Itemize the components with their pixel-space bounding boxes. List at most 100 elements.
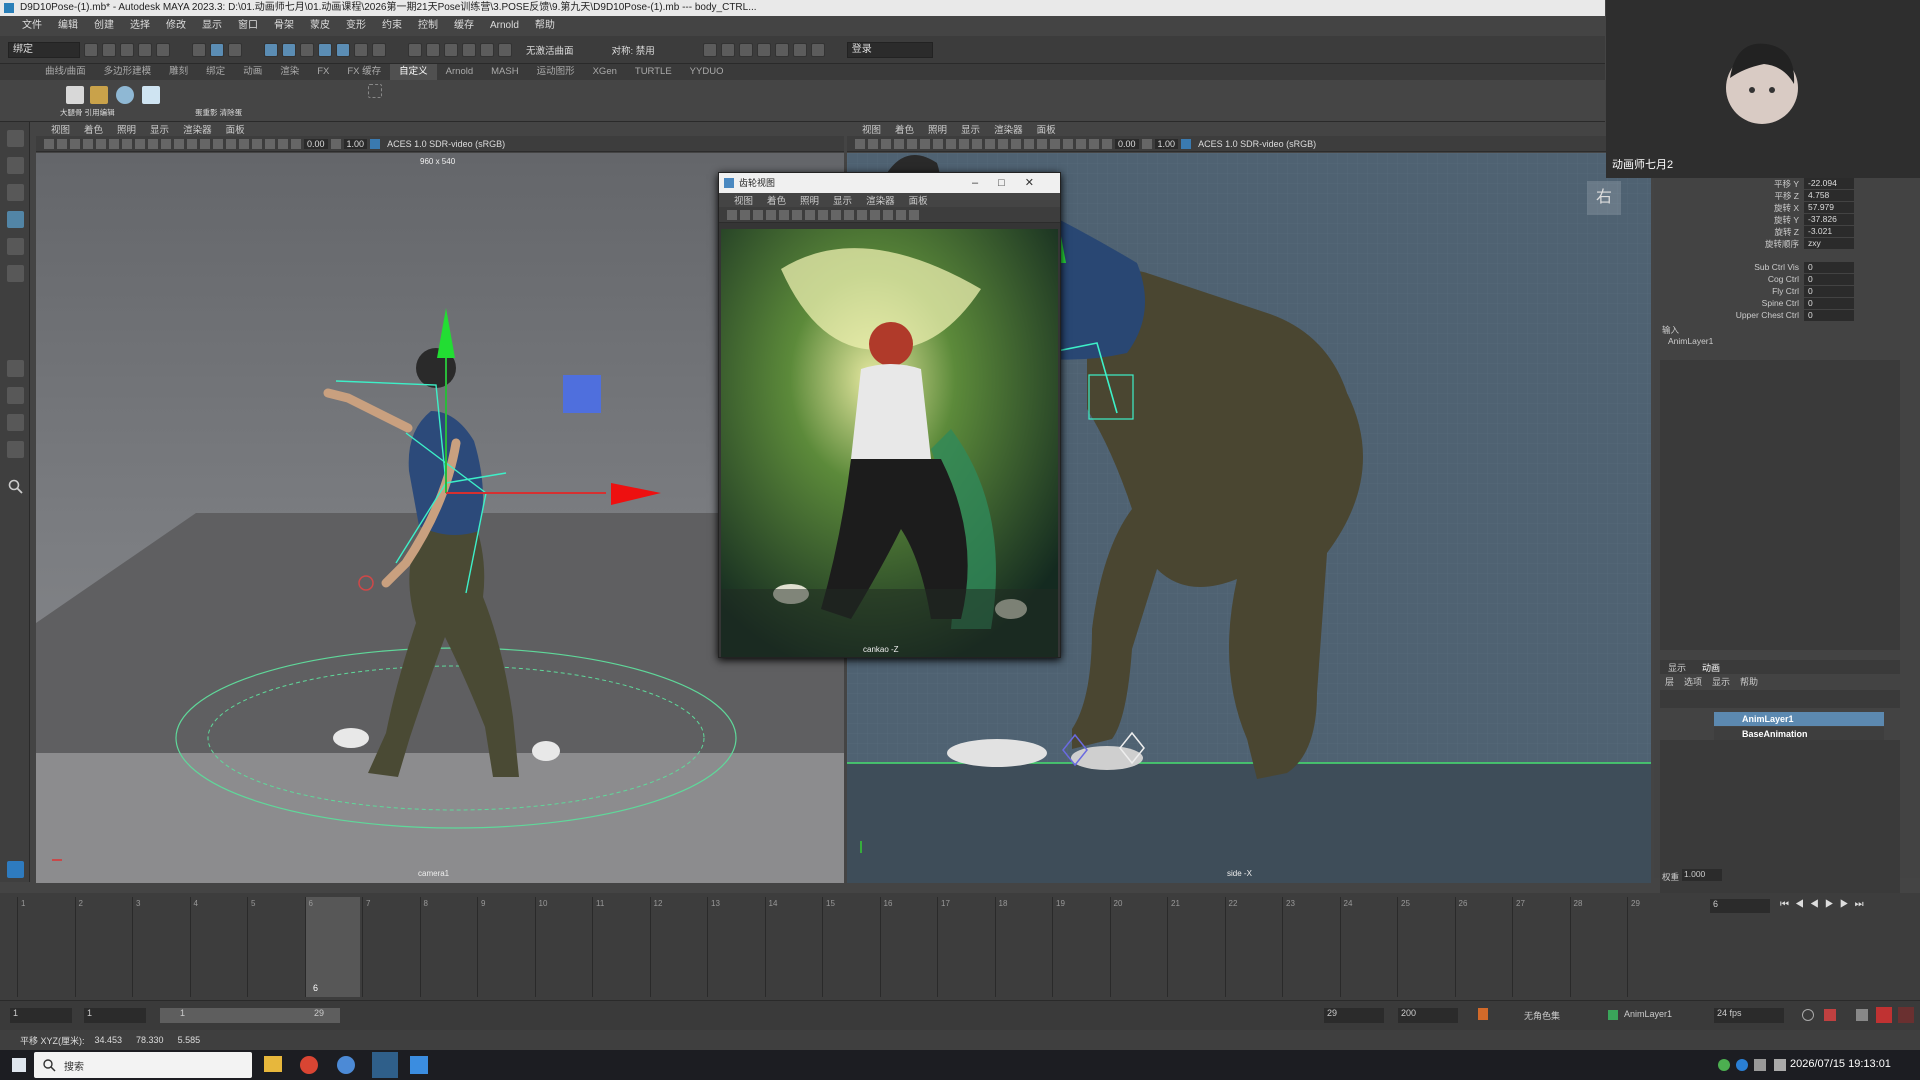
menu-display[interactable]: 显示 — [194, 16, 230, 36]
move-tool-icon[interactable] — [7, 211, 24, 228]
fps-dropdown[interactable]: 24 fps — [1714, 1008, 1784, 1023]
pick-surface-icon[interactable] — [318, 42, 332, 57]
left-gamma-value[interactable]: 1.00 — [343, 138, 368, 149]
attr-translate-y[interactable]: 平移 Y -22.094 — [1654, 178, 1854, 190]
ref-tool-6-icon[interactable] — [792, 209, 802, 220]
menu-create[interactable]: 创建 — [86, 16, 122, 36]
range-slider[interactable]: 1 29 — [160, 1008, 340, 1023]
shelf-tab-animation[interactable]: 动画 — [234, 64, 271, 80]
view-cube[interactable]: 右 — [1587, 181, 1621, 215]
left-wireframe-icon[interactable] — [174, 138, 184, 149]
pick-dynamic-icon[interactable] — [354, 42, 368, 57]
right-xray-joints-icon[interactable] — [1076, 138, 1086, 149]
arnold-pause-icon[interactable] — [810, 42, 825, 57]
right-camera-icon[interactable] — [855, 138, 865, 149]
left-menu-panels[interactable]: 面板 — [219, 122, 252, 136]
file-explorer-icon[interactable] — [264, 1056, 282, 1072]
right-film-gate-icon[interactable] — [920, 138, 930, 149]
cache-icon[interactable] — [1824, 1009, 1836, 1021]
right-field-chart-icon[interactable] — [959, 138, 969, 149]
layer-menu-show[interactable]: 显示 — [1707, 675, 1735, 688]
left-field-chart-icon[interactable] — [148, 138, 158, 149]
left-smooth-shade-icon[interactable] — [187, 138, 197, 149]
left-exposure-icon[interactable] — [291, 138, 301, 149]
shelf-tab-rendering[interactable]: 渲染 — [271, 64, 308, 80]
right-bookmark-icon[interactable] — [881, 138, 891, 149]
select-tool-icon[interactable] — [7, 130, 24, 147]
right-menu-view[interactable]: 视图 — [855, 122, 888, 136]
right-menu-shading[interactable]: 着色 — [888, 122, 921, 136]
ref-tool-9-icon[interactable] — [831, 209, 841, 220]
maya-m-icon[interactable] — [7, 861, 24, 878]
left-shadows-icon[interactable] — [226, 138, 236, 149]
playback-start-field[interactable]: 1 — [84, 1008, 146, 1023]
maya-taskbar-icon[interactable] — [372, 1052, 398, 1078]
current-frame-field[interactable]: 6 — [1710, 899, 1770, 913]
ref-menu-panels[interactable]: 面板 — [902, 193, 935, 207]
attr-sub-ctrl-vis[interactable]: Sub Ctrl Vis 0 — [1654, 262, 1854, 274]
right-xray-icon[interactable] — [1063, 138, 1073, 149]
layer-tab-anim[interactable]: 动画 — [1694, 661, 1728, 674]
four-view-layout-icon[interactable] — [7, 387, 24, 404]
redo-icon[interactable] — [156, 42, 170, 57]
left-camera-icon[interactable] — [44, 138, 54, 149]
chrome-icon[interactable] — [300, 1056, 318, 1074]
menu-file[interactable]: 文件 — [14, 16, 50, 36]
menu-skin[interactable]: 蒙皮 — [302, 16, 338, 36]
layer-tab-display[interactable]: 显示 — [1660, 661, 1694, 674]
left-lights-icon[interactable] — [213, 138, 223, 149]
sound-icon[interactable] — [1856, 1009, 1868, 1021]
open-scene-icon[interactable] — [102, 42, 116, 57]
ref-tool-14-icon[interactable] — [896, 209, 906, 220]
move-gizmo-plane-handle[interactable] — [563, 375, 601, 413]
login-dropdown[interactable]: 登录 — [846, 41, 933, 58]
right-colorspace-icon[interactable] — [1181, 138, 1192, 149]
right-colorspace-label[interactable]: ACES 1.0 SDR-video (sRGB) — [1194, 139, 1320, 149]
right-ao-icon[interactable] — [1050, 138, 1060, 149]
tray-wechat-icon[interactable] — [1718, 1059, 1730, 1071]
ref-tool-1-icon[interactable] — [727, 209, 737, 220]
left-menu-shading[interactable]: 着色 — [77, 122, 110, 136]
shelf-tab-curves[interactable]: 曲线/曲面 — [36, 64, 95, 80]
tray-volume-icon[interactable] — [1774, 1059, 1786, 1071]
select-component-icon[interactable] — [228, 42, 242, 57]
menu-deform[interactable]: 变形 — [338, 16, 374, 36]
left-menu-show[interactable]: 显示 — [143, 122, 176, 136]
right-menu-panels[interactable]: 面板 — [1030, 122, 1063, 136]
left-gate-mask-icon[interactable] — [135, 138, 145, 149]
app-icon[interactable] — [337, 1056, 355, 1074]
left-lock-camera-icon[interactable] — [57, 138, 67, 149]
layer-menu-layers[interactable]: 层 — [1660, 675, 1679, 688]
shelf-tab-rigging[interactable]: 绑定 — [197, 64, 234, 80]
right-menu-show[interactable]: 显示 — [954, 122, 987, 136]
shelf-tab-fx-cache[interactable]: FX 缓存 — [338, 64, 390, 80]
left-image-plane-icon[interactable] — [83, 138, 93, 149]
character-left-shoe[interactable] — [333, 728, 369, 748]
timeline-ruler[interactable]: 6 1 2 3 4 5 6 7 8 9 10 11 12 13 14 15 16 17 18 19 20 21 22 23 2… — [11, 897, 1697, 997]
right-shadows-icon[interactable] — [1037, 138, 1047, 149]
app2-icon[interactable] — [410, 1056, 428, 1074]
side-character-shoe-right[interactable] — [1071, 746, 1143, 770]
menuset-dropdown[interactable]: 绑定 — [8, 41, 80, 58]
shelf-tab-poly[interactable]: 多边形建模 — [95, 64, 161, 80]
anim-layer-label[interactable]: AnimLayer1 — [1624, 1009, 1672, 1019]
move-gizmo-y-arrow[interactable] — [437, 308, 455, 358]
transport-buttons[interactable]: ⏮◀◀▶▶⏭ — [1780, 899, 1870, 910]
attr-spine-ctrl[interactable]: Spine Ctrl 0 — [1654, 298, 1854, 310]
ipr-render-icon[interactable] — [738, 42, 753, 57]
right-isolate-icon[interactable] — [1089, 138, 1099, 149]
layer-menu-options[interactable]: 选项 — [1679, 675, 1707, 688]
render-frame-icon[interactable] — [702, 42, 717, 57]
left-menu-lighting[interactable]: 照明 — [110, 122, 143, 136]
ref-tool-7-icon[interactable] — [805, 209, 815, 220]
ref-menu-shading[interactable]: 着色 — [760, 193, 793, 207]
snap-point-icon[interactable] — [444, 42, 458, 57]
left-xray-icon[interactable] — [252, 138, 262, 149]
right-gamma-icon[interactable] — [1141, 138, 1152, 149]
menu-select[interactable]: 选择 — [122, 16, 158, 36]
shelf-curve-icon[interactable] — [368, 84, 382, 98]
anim-layer-1[interactable]: AnimLayer1 — [1714, 712, 1884, 726]
shelf-tab-mash[interactable]: MASH — [482, 64, 527, 80]
left-grid-icon[interactable] — [96, 138, 106, 149]
left-isolate-icon[interactable] — [278, 138, 288, 149]
